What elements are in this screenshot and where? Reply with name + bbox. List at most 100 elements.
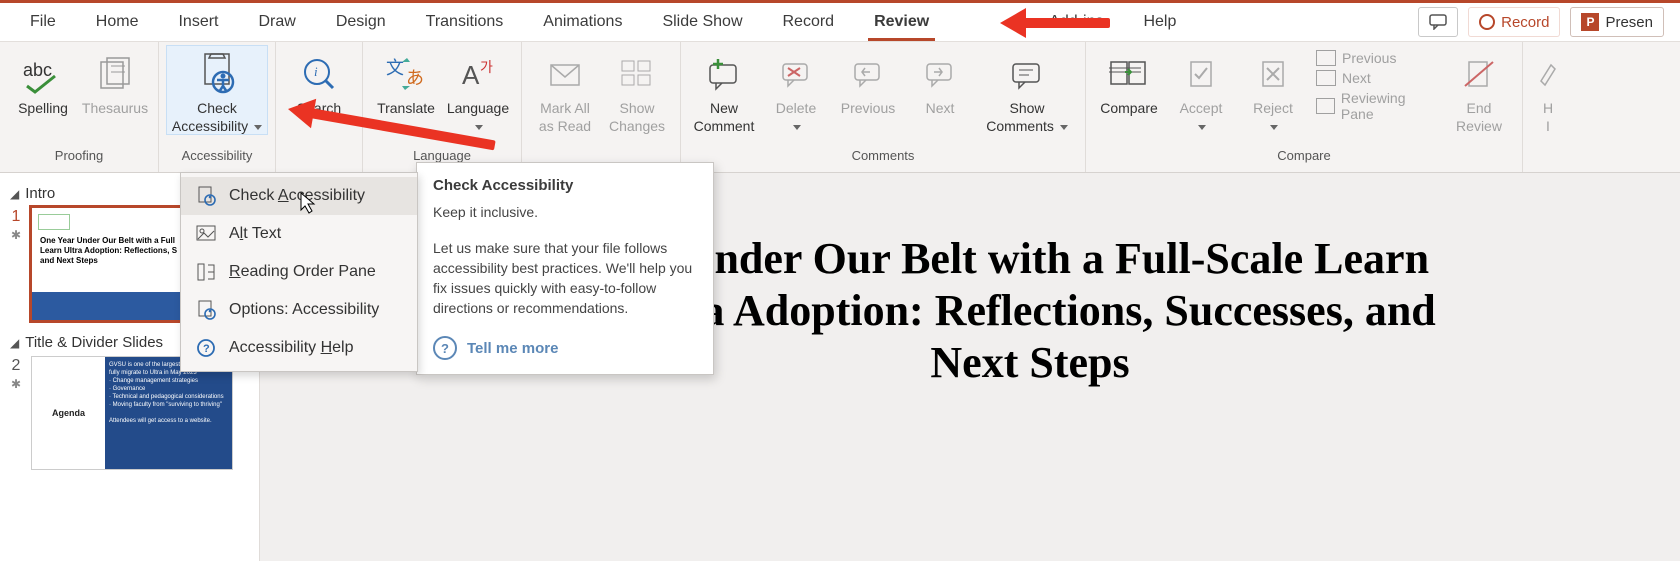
menu-reading-order[interactable]: Reading Order Pane [181, 253, 417, 291]
tab-file[interactable]: File [10, 3, 76, 41]
thesaurus-label: Thesaurus [82, 100, 148, 116]
spelling-label: Spelling [18, 100, 68, 116]
new-comment-label-2: Comment [694, 118, 755, 134]
show-comments-label-2: Comments [986, 118, 1068, 134]
chevron-down-icon [1198, 125, 1206, 130]
translate-button[interactable]: 文 あ Translate [371, 46, 441, 116]
thesaurus-icon [97, 56, 133, 92]
compare-button[interactable]: Compare [1094, 46, 1164, 116]
slide-title-text[interactable]: ar Under Our Belt with a Full-Scale Lear… [580, 233, 1480, 389]
next-comment-button[interactable]: Next [905, 46, 975, 116]
alt-text-icon [195, 223, 217, 245]
tab-slide-show[interactable]: Slide Show [642, 3, 762, 41]
reading-order-icon [195, 261, 217, 283]
language-button[interactable]: A 가 Language [443, 46, 513, 134]
slide-thumbnail-2[interactable]: Agenda GVSU is one of the largest instit… [32, 357, 232, 469]
collapse-icon: ◢ [10, 336, 19, 350]
accept-button[interactable]: Accept [1166, 46, 1236, 134]
tooltip-subtitle: Keep it inclusive. [433, 204, 697, 220]
reject-button[interactable]: Reject [1238, 46, 1308, 134]
compare-nav-stack: Previous Next Reviewing Pane [1310, 46, 1442, 126]
svg-text:文: 文 [386, 58, 404, 78]
previous-comment-label: Previous [841, 100, 895, 116]
svg-text:あ: あ [406, 68, 424, 88]
delete-comment-button[interactable]: Delete [761, 46, 831, 134]
show-changes-button[interactable]: Show Changes [602, 46, 672, 134]
menu-label: Check Accessibility [229, 187, 365, 205]
show-comments-button[interactable]: Show Comments [977, 46, 1077, 134]
check-accessibility-label-2: Accessibility [172, 118, 262, 134]
tab-addins[interactable]: Add-ins [1029, 3, 1123, 41]
compare-next[interactable]: Next [1316, 70, 1436, 86]
show-comments-icon [1009, 58, 1045, 90]
menu-check-accessibility[interactable]: Check Accessibility [181, 177, 417, 215]
end-review-button[interactable]: End Review [1444, 46, 1514, 134]
translate-icon: 文 あ [384, 54, 428, 94]
tab-help[interactable]: Help [1123, 3, 1196, 41]
tab-insert[interactable]: Insert [158, 3, 238, 41]
svg-text:가: 가 [480, 59, 493, 75]
group-comments: New Comment Delete Previous Next [681, 42, 1086, 172]
tab-home[interactable]: Home [76, 3, 159, 41]
tooltip-tell-me-more[interactable]: ? Tell me more [433, 336, 697, 360]
previous-comment-button[interactable]: Previous [833, 46, 903, 116]
ribbon-review: abc Spelling Th [0, 41, 1680, 173]
tab-design[interactable]: Design [316, 3, 406, 41]
menu-label: Accessibility Help [229, 339, 354, 357]
check-accessibility-button[interactable]: Check Accessibility [167, 46, 267, 134]
menu-accessibility-help[interactable]: ? Accessibility Help [181, 329, 417, 367]
accessibility-icon [197, 52, 237, 96]
tab-transitions[interactable]: Transitions [406, 3, 524, 41]
spelling-button[interactable]: abc Spelling [8, 46, 78, 116]
slide-number-1: 1 [12, 208, 21, 226]
search-button[interactable]: i Search [284, 46, 354, 116]
menu-alt-text[interactable]: Alt Text [181, 215, 417, 253]
accept-icon [1185, 58, 1217, 90]
compare-icon [1109, 56, 1149, 92]
svg-text:A: A [462, 60, 480, 90]
ink-label-1: H [1543, 100, 1553, 116]
group-compare-label: Compare [1094, 146, 1514, 170]
spelling-icon: abc [21, 54, 65, 94]
tab-animations[interactable]: Animations [523, 3, 642, 41]
group-accessibility-label: Accessibility [167, 146, 267, 170]
tab-record[interactable]: Record [763, 3, 855, 41]
next-icon [1316, 70, 1336, 86]
record-button[interactable]: Record [1468, 7, 1560, 37]
thumb-row-2: 2✱ Agenda GVSU is one of the largest ins… [8, 357, 251, 469]
end-review-label-2: Review [1456, 118, 1502, 134]
svg-text:abc: abc [23, 60, 52, 80]
mark-all-label-2: as Read [539, 118, 591, 134]
search-label: Search [297, 100, 341, 116]
tab-draw[interactable]: Draw [238, 3, 315, 41]
delete-comment-icon [780, 60, 812, 88]
chevron-down-icon [254, 125, 262, 130]
tab-review[interactable]: Review [854, 3, 949, 41]
ink-icon [1537, 59, 1559, 89]
reviewing-pane[interactable]: Reviewing Pane [1316, 90, 1436, 122]
previous-comment-icon [852, 60, 884, 88]
help-icon: ? [195, 337, 217, 359]
present-button[interactable]: P Presen [1570, 7, 1664, 37]
collapse-icon: ◢ [10, 187, 19, 201]
group-comments-label: Comments [689, 146, 1077, 170]
comments-pane-toggle[interactable] [1418, 7, 1458, 37]
menu-label: Alt Text [229, 225, 281, 243]
previous-icon [1316, 50, 1336, 66]
menu-options-accessibility[interactable]: Options: Accessibility [181, 291, 417, 329]
group-language: 文 あ Translate A 가 [363, 42, 522, 172]
group-insights-label [284, 146, 354, 170]
show-changes-label-2: Changes [609, 118, 665, 134]
comment-bubble-icon [1429, 14, 1447, 30]
hide-ink-button[interactable]: H I [1531, 46, 1565, 134]
pane-icon [1316, 98, 1335, 114]
reject-label: Reject [1253, 100, 1293, 116]
ribbon-tabs: File Home Insert Draw Design Transitions… [0, 3, 1680, 41]
mark-all-read-button[interactable]: Mark All as Read [530, 46, 600, 134]
compare-previous[interactable]: Previous [1316, 50, 1436, 66]
new-comment-button[interactable]: New Comment [689, 46, 759, 134]
next-comment-label: Next [926, 100, 955, 116]
end-review-label-1: End [1467, 100, 1492, 116]
check-accessibility-label-1: Check [197, 100, 237, 116]
thesaurus-button[interactable]: Thesaurus [80, 46, 150, 116]
